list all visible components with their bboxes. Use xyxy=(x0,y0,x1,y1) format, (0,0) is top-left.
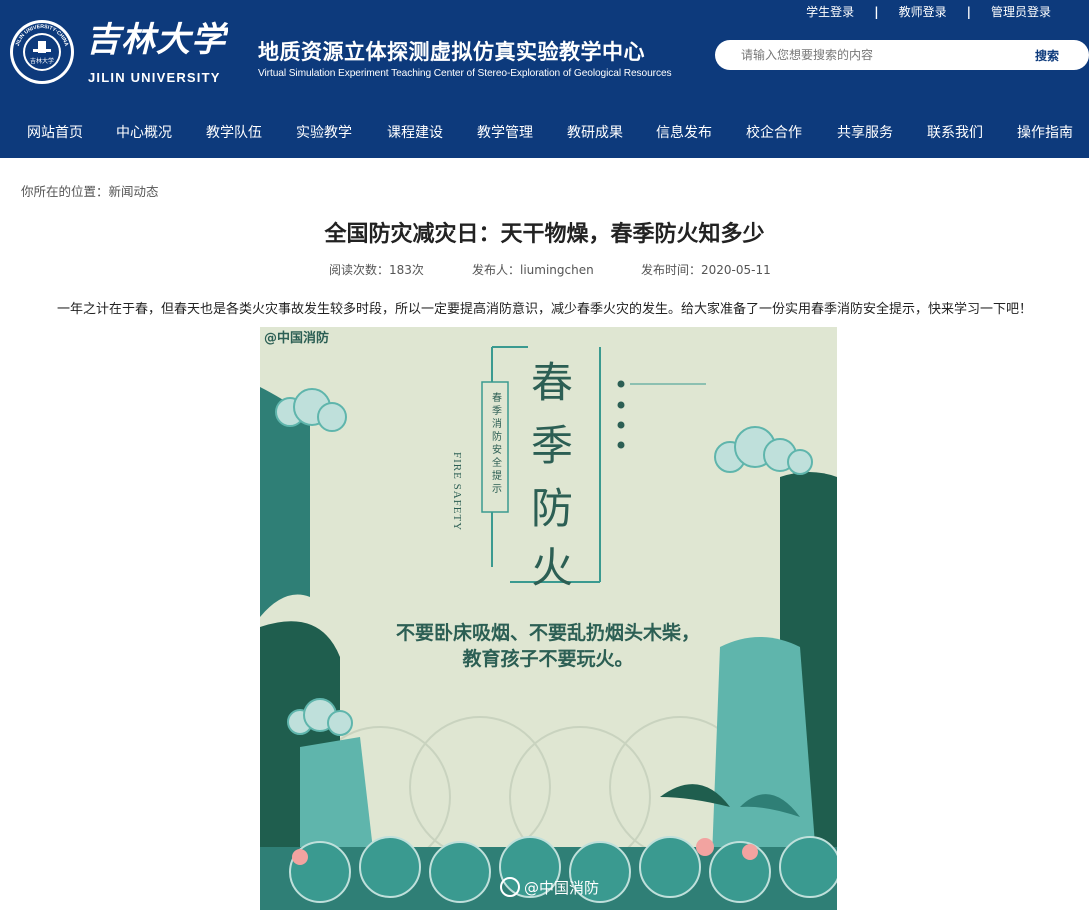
svg-text:春: 春 xyxy=(531,358,573,407)
university-seal-logo[interactable]: 吉林大学 JILIN UNIVERSITY·CHINA xyxy=(9,19,75,85)
top-login-links: 学生登录 | 教师登录 | 管理员登录 xyxy=(806,3,1051,20)
poster-fire-safety: FIRE SAFETY xyxy=(451,452,463,531)
university-name-logo: 吉林大学 xyxy=(86,20,228,59)
search-input[interactable] xyxy=(715,48,1015,62)
svg-text:吉林大学: 吉林大学 xyxy=(86,20,228,59)
article-title: 全国防灾减灾日：天干物燥，春季防火知多少 xyxy=(324,222,765,247)
nav-home[interactable]: 网站首页 xyxy=(27,122,83,142)
nav-faculty[interactable]: 教学队伍 xyxy=(206,122,262,142)
svg-text:季: 季 xyxy=(531,421,573,470)
nav-overview[interactable]: 中心概况 xyxy=(116,122,172,142)
svg-text:火: 火 xyxy=(531,543,573,592)
divider: | xyxy=(874,4,879,19)
site-header: 学生登录 | 教师登录 | 管理员登录 吉林大学 JILIN UNIVERSIT… xyxy=(0,0,1089,158)
article-intro: 一年之计在于春，但春天也是各类火灾事故发生较多时段，所以一定要提高消防意识，减少… xyxy=(56,302,1032,317)
publish-date: 发布时间：2020-05-11 xyxy=(641,263,771,277)
article-author: 发布人：liumingchen xyxy=(472,263,594,277)
nav-experiment-teaching[interactable]: 实验教学 xyxy=(296,122,352,142)
nav-shared-services[interactable]: 共享服务 xyxy=(837,122,893,142)
poster-watermark-top: @中国消防 xyxy=(264,330,329,346)
nav-teaching-management[interactable]: 教学管理 xyxy=(477,122,533,142)
read-count: 阅读次数：183次 xyxy=(329,263,424,277)
nav-guide[interactable]: 操作指南 xyxy=(1017,122,1073,142)
teacher-login-link[interactable]: 教师登录 xyxy=(899,3,947,20)
nav-news[interactable]: 信息发布 xyxy=(656,122,712,142)
nav-courses[interactable]: 课程建设 xyxy=(387,122,443,142)
nav-research-results[interactable]: 教研成果 xyxy=(567,122,623,142)
nav-cooperation[interactable]: 校企合作 xyxy=(746,122,802,142)
poster-line-1: 不要卧床吸烟、不要乱扔烟头木柴， xyxy=(396,621,700,644)
fire-safety-poster: @中国消防 春 季 防 火 春季消防安全提示 FIRE SAFETY 不要卧床吸… xyxy=(260,327,837,910)
admin-login-link[interactable]: 管理员登录 xyxy=(991,3,1051,20)
svg-text:吉林大学: 吉林大学 xyxy=(30,57,54,65)
search-box: 搜索 xyxy=(715,40,1089,70)
center-subtitle: Virtual Simulation Experiment Teaching C… xyxy=(258,68,672,79)
breadcrumb: 你所在的位置：新闻动态 xyxy=(21,184,159,199)
divider: | xyxy=(966,4,971,19)
main-nav: 网站首页 中心概况 教学队伍 实验教学 课程建设 教学管理 教研成果 信息发布 … xyxy=(0,104,1089,158)
nav-contact[interactable]: 联系我们 xyxy=(927,122,983,142)
center-title: 地质资源立体探测虚拟仿真实验教学中心 xyxy=(258,40,645,64)
poster-line-2: 教育孩子不要玩火。 xyxy=(462,647,633,670)
student-login-link[interactable]: 学生登录 xyxy=(806,3,854,20)
svg-text:防: 防 xyxy=(531,484,573,533)
svg-text:@中国消防: @中国消防 xyxy=(524,879,599,897)
search-button[interactable]: 搜索 xyxy=(1035,47,1059,64)
poster-side-text: 春季消防安全提示 xyxy=(490,392,502,496)
university-english-name: JILIN UNIVERSITY xyxy=(88,70,221,85)
